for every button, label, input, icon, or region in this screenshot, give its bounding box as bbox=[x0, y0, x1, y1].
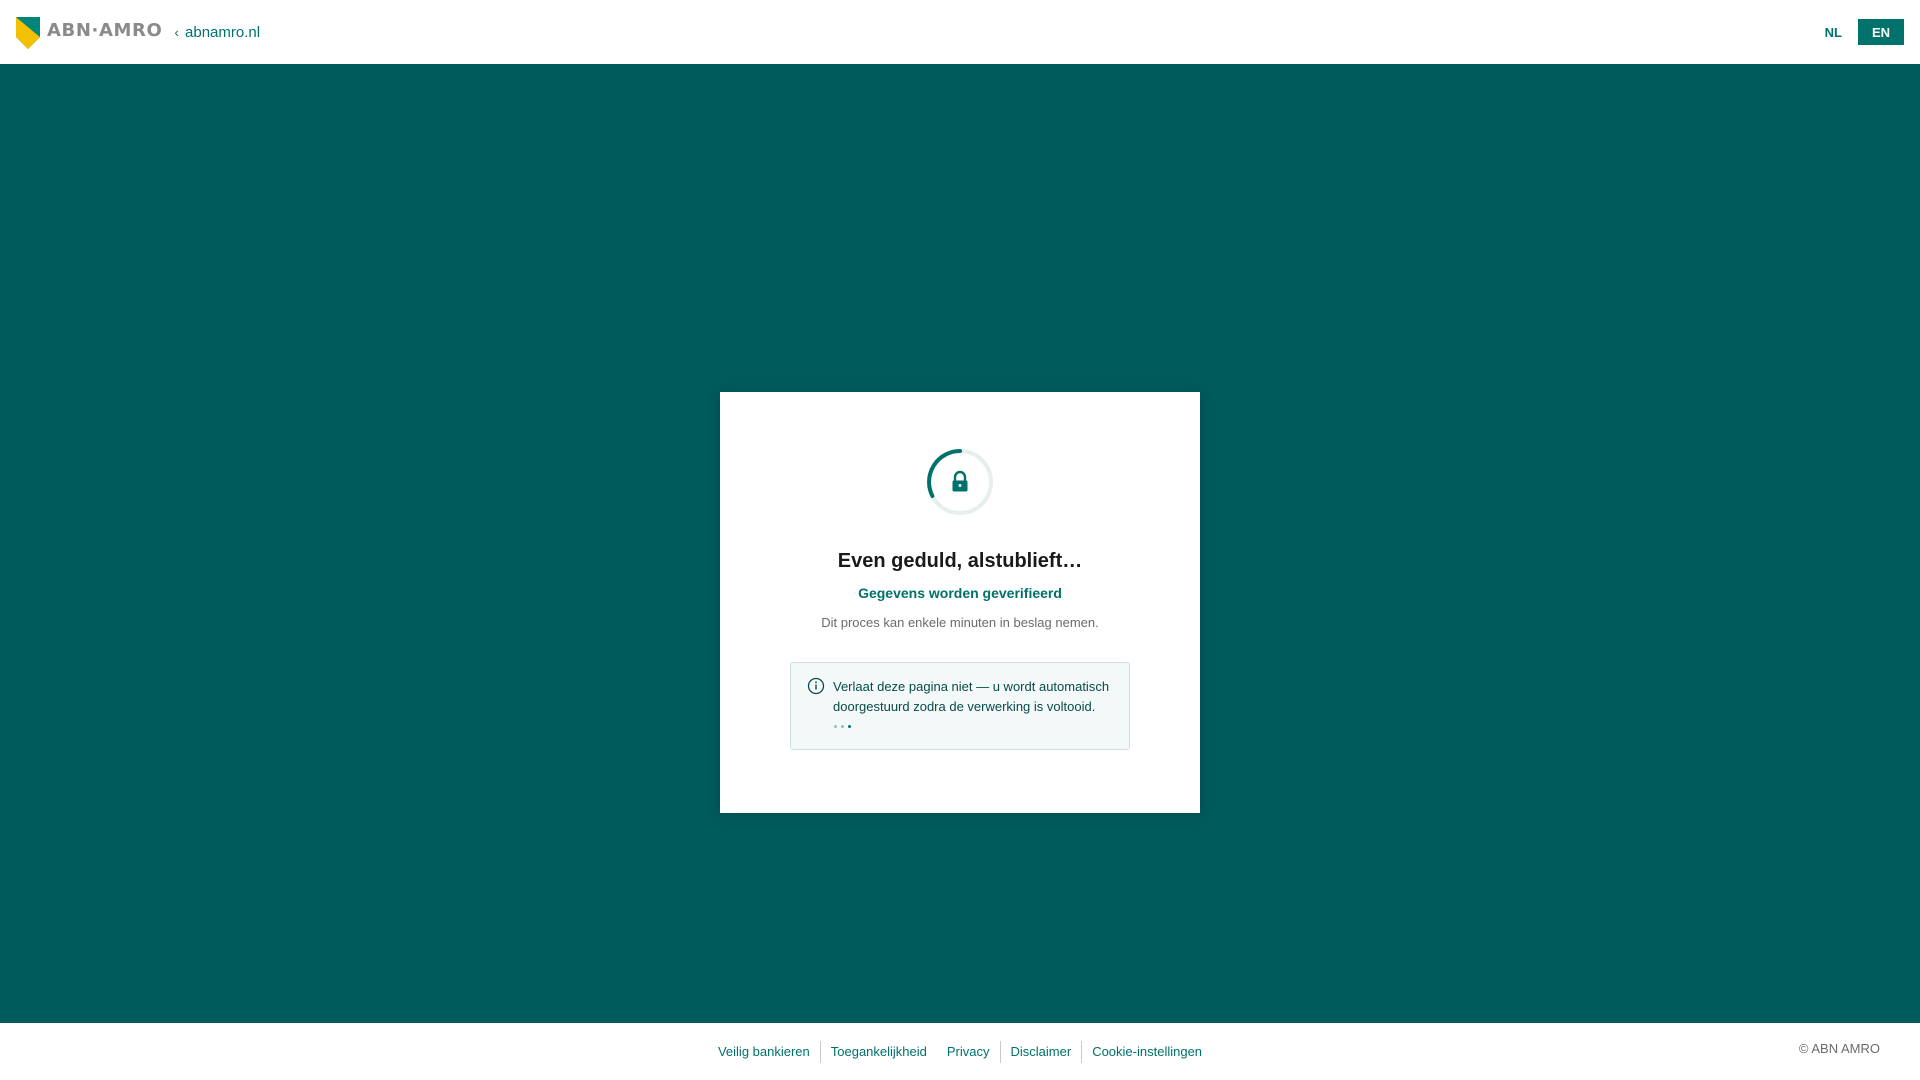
footer-link-toegankelijkheid[interactable]: Toegankelijkheid bbox=[819, 1040, 937, 1063]
progress-dot-active bbox=[848, 725, 851, 728]
abn-amro-logo[interactable]: ABN·AMRO bbox=[16, 13, 162, 53]
progress-dots bbox=[834, 725, 851, 728]
progress-dot bbox=[841, 725, 844, 728]
language-switch: NL EN bbox=[1810, 19, 1904, 45]
loading-card: Even geduld, alstublieft… Gegevens worde… bbox=[720, 392, 1200, 813]
footer-link-cookie-instellingen[interactable]: Cookie-instellingen bbox=[1081, 1040, 1212, 1063]
chevron-left-icon: ‹ bbox=[174, 24, 180, 40]
info-text: Verlaat deze pagina niet — u wordt autom… bbox=[833, 679, 1110, 714]
progress-dot bbox=[834, 725, 837, 728]
footer-link-veilig-bankieren[interactable]: Veilig bankieren bbox=[708, 1041, 820, 1063]
back-link-label: abnamro.nl bbox=[185, 23, 261, 41]
lock-icon bbox=[952, 470, 968, 492]
footer: Veilig bankieren Toegankelijkheid Privac… bbox=[0, 1023, 1920, 1080]
footer-link-privacy[interactable]: Privacy bbox=[937, 1041, 1000, 1063]
card-subtitle: Gegevens worden geverifieerd bbox=[858, 585, 1062, 601]
loading-spinner bbox=[927, 449, 993, 515]
top-header: ABN·AMRO ‹ abnamro.nl NL EN bbox=[0, 0, 1920, 64]
back-to-abnamro-link[interactable]: ‹ abnamro.nl bbox=[174, 24, 260, 41]
footer-links: Veilig bankieren Toegankelijkheid Privac… bbox=[0, 1023, 1920, 1080]
shield-logo-icon bbox=[16, 17, 40, 49]
card-note: Dit proces kan enkele minuten in beslag … bbox=[821, 615, 1099, 630]
main-area: Even geduld, alstublieft… Gegevens worde… bbox=[0, 64, 1920, 1023]
copyright-text: © ABN AMRO bbox=[1798, 1041, 1880, 1056]
logo-wordmark: ABN·AMRO bbox=[47, 19, 163, 41]
footer-link-disclaimer[interactable]: Disclaimer bbox=[999, 1040, 1082, 1063]
card-title: Even geduld, alstublieft… bbox=[837, 550, 1083, 572]
lang-en-button[interactable]: EN bbox=[1857, 19, 1904, 45]
info-icon bbox=[807, 677, 825, 695]
info-box: Verlaat deze pagina niet — u wordt autom… bbox=[790, 662, 1130, 750]
lang-nl-button[interactable]: NL bbox=[1810, 19, 1856, 45]
